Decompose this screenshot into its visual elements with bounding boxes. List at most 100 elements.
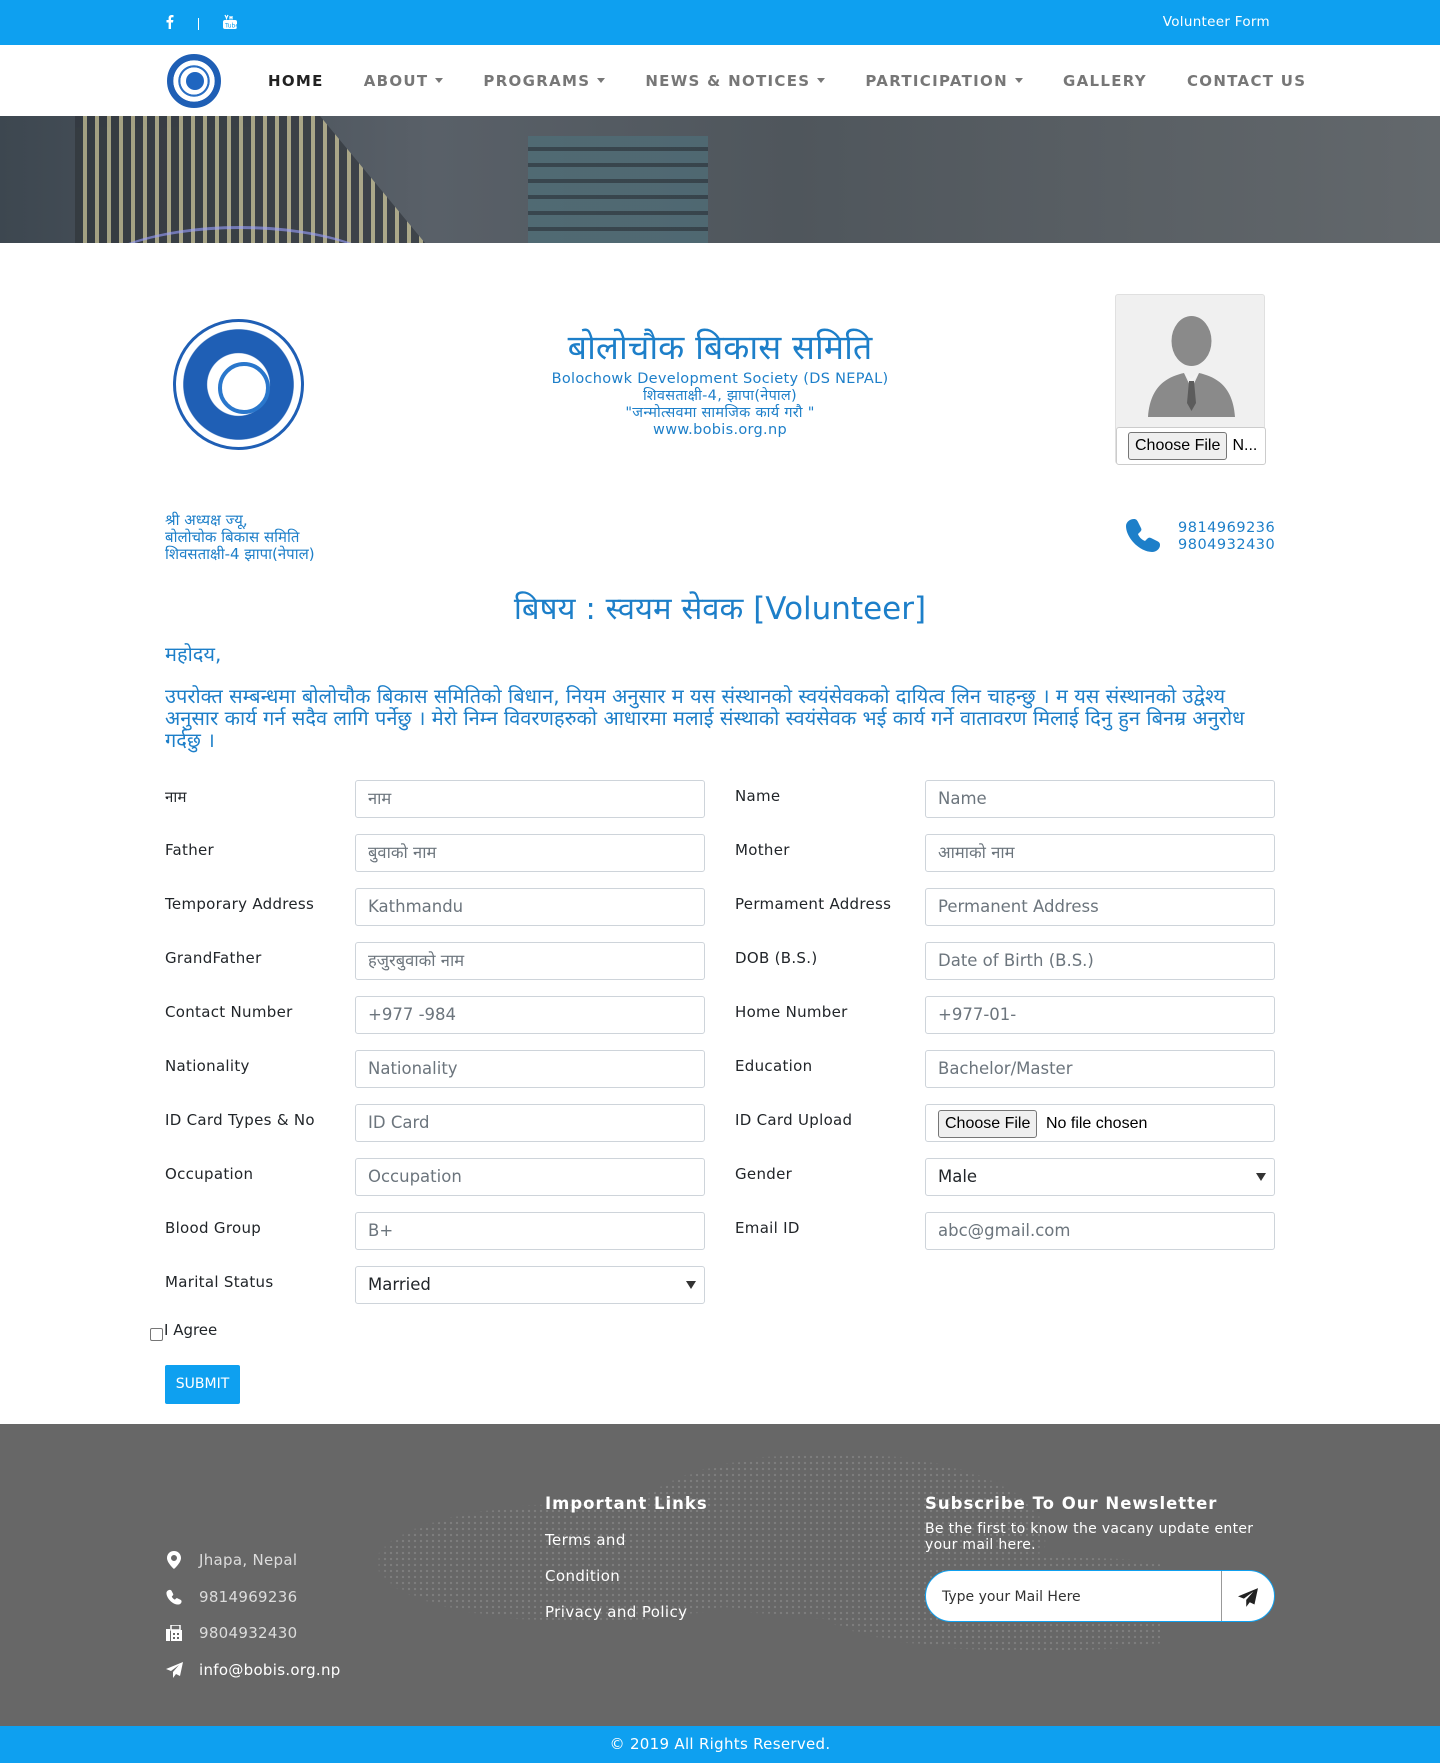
newsletter-form: Type your Mail Here: [925, 1570, 1275, 1622]
mother-input[interactable]: आमाको नाम: [925, 834, 1275, 872]
gender-label: Gender: [735, 1165, 793, 1183]
dob-input[interactable]: Date of Birth (B.S.): [925, 942, 1275, 980]
agree-label: I Agree: [164, 1321, 218, 1339]
name-en-input[interactable]: Name: [925, 780, 1275, 818]
nav-gallery[interactable]: GALLERY: [1063, 45, 1147, 116]
choose-file-button[interactable]: Choose File: [1128, 432, 1228, 460]
page-banner: [0, 116, 1440, 243]
nav-programs[interactable]: PROGRAMS: [483, 45, 606, 116]
marital-status-select[interactable]: Married: [355, 1266, 705, 1304]
addressee-line: श्री अध्यक्ष ज्यू,: [165, 511, 248, 529]
avatar-placeholder-icon: [1148, 316, 1235, 417]
footer-location-text: Jhapa, Nepal: [199, 1551, 298, 1569]
id-card-upload-label: ID Card Upload: [735, 1111, 853, 1129]
footer-fax-text: 9804932430: [199, 1624, 298, 1642]
phone-icon: [1126, 519, 1160, 552]
nationality-label: Nationality: [165, 1057, 250, 1075]
send-icon: [165, 1661, 183, 1679]
footer-fax: 9804932430: [165, 1624, 297, 1642]
education-input[interactable]: Bachelor/Master: [925, 1050, 1275, 1088]
nav-label: CONTACT US: [1186, 71, 1307, 90]
nav-about[interactable]: ABOUT: [364, 45, 444, 116]
organization-logo: [173, 319, 304, 450]
email-label: Email ID: [735, 1219, 800, 1237]
nav-news-notices[interactable]: NEWS & NOTICES: [645, 45, 826, 116]
facebook-icon[interactable]: [165, 14, 174, 33]
caret-down-icon: [1014, 78, 1023, 83]
nav-label: PARTICIPATION: [865, 71, 1008, 90]
blood-group-input[interactable]: B+: [355, 1212, 705, 1250]
temporary-address-input[interactable]: Kathmandu: [355, 888, 705, 926]
name-np-input[interactable]: नाम: [355, 780, 705, 818]
father-input[interactable]: बुवाको नाम: [355, 834, 705, 872]
main-nav: HOME ABOUT PROGRAMS NEWS & NOTICES PARTI…: [0, 45, 1440, 116]
marital-status-label: Marital Status: [165, 1273, 274, 1291]
caret-down-icon: [597, 78, 606, 83]
nav-label: ABOUT: [363, 71, 429, 90]
youtube-icon[interactable]: Tube: [223, 14, 239, 33]
id-card-input[interactable]: ID Card: [355, 1104, 705, 1142]
nav-contact-us[interactable]: CONTACT US: [1187, 45, 1306, 116]
agree-checkbox[interactable]: [150, 1328, 163, 1341]
caret-down-icon: [435, 78, 444, 83]
link-privacy-policy[interactable]: Privacy and Policy: [545, 1603, 687, 1621]
footer-email[interactable]: info@bobis.org.np: [165, 1661, 341, 1679]
footer-email-text: info@bobis.org.np: [199, 1661, 341, 1679]
important-links-heading: Important Links: [545, 1494, 708, 1513]
org-website[interactable]: www.bobis.org.np: [460, 422, 980, 439]
contact-number-label: Contact Number: [165, 1003, 293, 1021]
occupation-input[interactable]: Occupation: [355, 1158, 705, 1196]
gender-select[interactable]: Male: [925, 1158, 1275, 1196]
selected-value: Male: [938, 1167, 978, 1186]
mother-label: Mother: [735, 841, 790, 859]
letter-subject: बिषय : स्वयम सेवक [Volunteer]: [513, 591, 927, 627]
footer-location: Jhapa, Nepal: [165, 1551, 297, 1569]
divider: [198, 17, 199, 30]
link-terms[interactable]: Terms and: [545, 1531, 626, 1549]
newsletter-email-input[interactable]: Type your Mail Here: [942, 1571, 1081, 1621]
phone-numbers: 9814969236 9804932430: [1178, 520, 1275, 554]
grandfather-label: GrandFather: [165, 949, 262, 967]
permanent-address-label: Permament Address: [735, 895, 892, 913]
site-logo[interactable]: [167, 54, 221, 108]
photo-upload: Choose File N...: [1115, 294, 1266, 465]
location-pin-icon: [165, 1551, 183, 1569]
id-card-file-input[interactable]: Choose File No file chosen: [925, 1104, 1275, 1142]
org-address: शिवसताक्षी-4, झापा(नेपाल): [642, 388, 798, 404]
caret-down-icon: [817, 78, 826, 83]
addressee-block: श्री अध्यक्ष ज्यू, बोलोचोक बिकास समिति श…: [165, 512, 315, 563]
copyright-bar: © 2019 All Rights Reserved.: [0, 1726, 1440, 1763]
banner-building-left: [75, 116, 425, 243]
temporary-address-label: Temporary Address: [165, 895, 315, 913]
file-status: No file chosen: [1045, 1115, 1148, 1132]
photo-file-input[interactable]: Choose File N...: [1116, 427, 1266, 465]
choose-file-button[interactable]: Choose File: [938, 1110, 1038, 1138]
submit-button[interactable]: SUBMIT: [165, 1365, 240, 1404]
nav-label: NEWS & NOTICES: [645, 71, 811, 90]
link-condition[interactable]: Condition: [545, 1567, 620, 1585]
nav-label: PROGRAMS: [483, 71, 591, 90]
grandfather-input[interactable]: हजुरबुवाको नाम: [355, 942, 705, 980]
nationality-input[interactable]: Nationality: [355, 1050, 705, 1088]
volunteer-form-link[interactable]: Volunteer Form: [1163, 14, 1270, 30]
salutation: महोदय,: [165, 642, 222, 666]
home-number-input[interactable]: +977-01-: [925, 996, 1275, 1034]
contact-number-input[interactable]: +977 -984: [355, 996, 705, 1034]
letterhead: बोलोचौक बिकास समिति Bolochowk Developmen…: [460, 325, 980, 439]
blood-group-label: Blood Group: [165, 1219, 262, 1237]
email-input[interactable]: abc@gmail.com: [925, 1212, 1275, 1250]
footer-phone-text: 9814969236: [199, 1588, 298, 1606]
father-label: Father: [165, 841, 215, 859]
nav-participation[interactable]: PARTICIPATION: [865, 45, 1023, 116]
phone-number: 9814969236: [1178, 520, 1276, 536]
nav-home[interactable]: HOME: [268, 45, 324, 116]
copyright-text: © 2019 All Rights Reserved.: [609, 1735, 831, 1753]
newsletter-submit-button[interactable]: [1221, 1571, 1274, 1621]
social-links: Tube: [165, 14, 239, 33]
file-status: N...: [1232, 437, 1258, 454]
education-label: Education: [735, 1057, 813, 1075]
permanent-address-input[interactable]: Permanent Address: [925, 888, 1275, 926]
phone-number: 9804932430: [1178, 537, 1276, 553]
addressee-line: शिवसताक्षी-4 झापा(नेपाल): [165, 545, 315, 563]
nav-label: GALLERY: [1062, 71, 1147, 90]
